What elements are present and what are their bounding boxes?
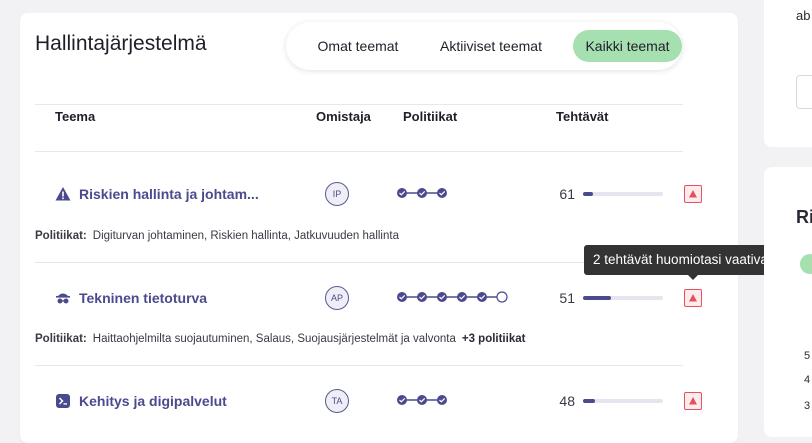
spy-icon: [56, 293, 70, 304]
column-header-owner: Omistaja: [316, 109, 371, 124]
task-progress-fill: [583, 399, 595, 403]
policy-list: Politiikat: Haittaohjelmilta suojautumine…: [35, 333, 525, 345]
alert-badge[interactable]: [684, 289, 702, 307]
avatar[interactable]: AP: [325, 286, 349, 310]
warning-triangle-icon: [55, 187, 71, 201]
theme-link-development-digital-services[interactable]: Kehitys ja digipalvelut: [79, 393, 227, 409]
side-axis-label: 4: [804, 374, 811, 386]
alert-icon: [689, 397, 697, 405]
column-header-theme: Teema: [55, 109, 96, 124]
avatar[interactable]: IP: [325, 182, 349, 206]
side-axis-label: 3: [804, 400, 811, 412]
side-input[interactable]: [796, 75, 812, 109]
policies-label: Politiikat:: [35, 230, 87, 242]
policies-label: Politiikat:: [35, 333, 87, 345]
task-progress-bar: [583, 296, 663, 300]
task-progress-bar: [583, 192, 663, 196]
terminal-icon: [56, 394, 70, 408]
alert-icon: [689, 190, 697, 198]
policy-list: Politiikat: Digiturvan johtaminen, Riskie…: [35, 230, 399, 242]
tab-all-themes[interactable]: Kaikki teemat: [573, 30, 682, 62]
policy-progress-dots: [397, 291, 508, 303]
task-progress-fill: [583, 296, 611, 300]
divider: [35, 104, 683, 105]
tab-own-themes[interactable]: Omat teemat: [301, 30, 415, 62]
theme-filter-tabs: Omat teemat Aktiiviset teemat Kaikki tee…: [286, 22, 682, 70]
divider: [35, 365, 683, 366]
divider: [35, 151, 683, 152]
task-count: 48: [559, 393, 575, 409]
alert-badge[interactable]: [684, 392, 702, 410]
page-title: Hallintajärjestelmä: [35, 32, 207, 55]
avatar[interactable]: TA: [325, 389, 349, 413]
more-policies-link[interactable]: +3 politiikat: [462, 333, 526, 345]
policy-progress-dots: [397, 395, 447, 405]
side-axis-label: 5: [804, 350, 811, 362]
tab-active-themes[interactable]: Aktiiviset teemat: [424, 30, 558, 62]
theme-link-risk-management[interactable]: Riskien hallinta ja johtam...: [79, 186, 259, 202]
theme-link-technical-security[interactable]: Tekninen tietoturva: [79, 290, 207, 306]
side-card-text: ab: [796, 8, 811, 23]
task-progress-fill: [583, 192, 593, 196]
side-card-heading: Ri: [796, 207, 812, 227]
column-header-tasks: Tehtävät: [556, 109, 609, 124]
alert-tooltip: 2 tehtävät huomiotasi vaativat: [584, 245, 781, 280]
task-count: 51: [559, 290, 575, 306]
policy-progress-dots: [397, 188, 447, 198]
management-system-panel: [20, 13, 738, 443]
policy-names: Haittaohjelmilta suojautuminen, Salaus, …: [92, 333, 456, 345]
task-progress-bar: [583, 399, 663, 403]
policy-names: Digiturvan johtaminen, Riskien hallinta,…: [92, 230, 399, 242]
alert-icon: [689, 294, 697, 302]
alert-badge[interactable]: [684, 185, 702, 203]
column-header-policies: Politiikat: [403, 109, 458, 124]
task-count: 61: [559, 186, 575, 202]
